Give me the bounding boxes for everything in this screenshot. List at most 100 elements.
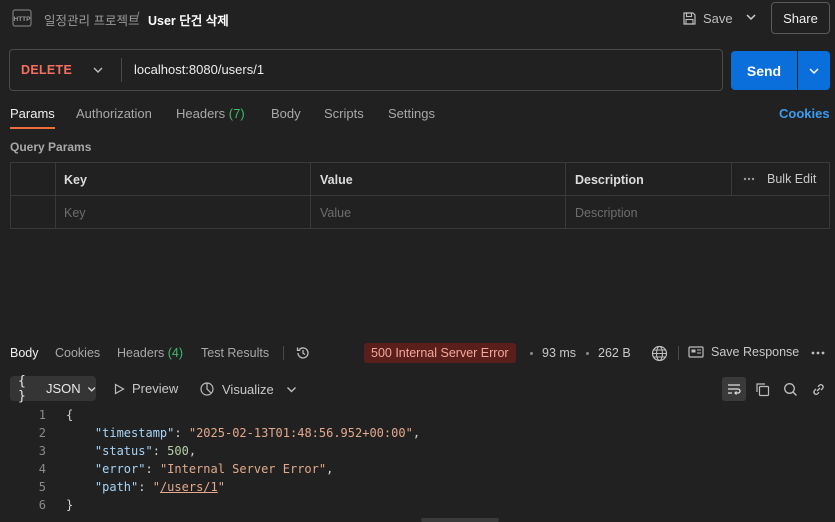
code-text: "status": 500, xyxy=(94,444,197,458)
wrap-icon xyxy=(728,384,741,395)
response-size[interactable]: 262 B xyxy=(598,346,631,360)
code-line: 6 } xyxy=(0,498,835,516)
share-button[interactable]: Share xyxy=(771,2,830,34)
query-params-heading: Query Params xyxy=(10,140,92,154)
url-input[interactable] xyxy=(134,62,694,77)
bulk-edit-button[interactable]: Bulk Edit xyxy=(743,172,816,186)
chevron-down-icon xyxy=(809,67,819,74)
table-row: Key Value Description xyxy=(11,196,829,229)
code-line: 2 "timestamp": "2025-02-13T01:48:56.952+… xyxy=(0,426,835,444)
more-options-icon[interactable] xyxy=(811,351,825,355)
line-number: 2 xyxy=(38,426,46,440)
line-number: 4 xyxy=(38,462,46,476)
response-tab-headers[interactable]: Headers (4) xyxy=(117,346,183,360)
code-text: "error": "Internal Server Error", xyxy=(94,462,334,476)
method-chevron-down-icon[interactable] xyxy=(92,64,104,76)
line-number: 6 xyxy=(38,498,46,512)
braces-icon: { } xyxy=(18,373,26,404)
tab-authorization[interactable]: Authorization xyxy=(76,106,152,121)
column-divider xyxy=(731,163,732,195)
top-bar: HTTP 일정관리 프로젝트 / User 단건 삭제 Save Share xyxy=(0,0,835,36)
breadcrumb-separator: / xyxy=(136,10,140,24)
code-text: "path": "/users/1" xyxy=(94,480,225,494)
column-header-description: Description xyxy=(575,173,644,187)
code-line: 1 { xyxy=(0,408,835,426)
response-time[interactable]: 93 ms xyxy=(542,346,576,360)
column-header-key: Key xyxy=(64,173,87,187)
visualize-icon xyxy=(200,382,214,396)
search-button[interactable] xyxy=(778,377,802,401)
tab-settings[interactable]: Settings xyxy=(388,106,435,121)
save-label: Save xyxy=(703,10,733,26)
format-select[interactable]: { } JSON xyxy=(10,373,96,404)
breadcrumb-collection[interactable]: 일정관리 프로젝트 xyxy=(44,10,139,29)
value-input[interactable]: Value xyxy=(320,206,351,220)
status-badge[interactable]: 500 Internal Server Error xyxy=(364,343,516,363)
search-icon xyxy=(783,382,797,396)
tab-headers[interactable]: Headers (7) xyxy=(176,106,245,121)
line-number: 5 xyxy=(38,480,46,494)
column-divider xyxy=(565,163,566,195)
response-tab-cookies[interactable]: Cookies xyxy=(55,346,100,360)
line-number: 1 xyxy=(38,408,46,422)
tab-params[interactable]: Params xyxy=(10,106,55,129)
tab-body[interactable]: Body xyxy=(271,106,301,121)
request-title[interactable]: User 단건 삭제 xyxy=(148,10,229,29)
save-response-icon xyxy=(688,346,704,358)
globe-icon[interactable] xyxy=(651,345,668,362)
response-tab-body[interactable]: Body xyxy=(10,346,39,360)
code-text: "timestamp": "2025-02-13T01:48:56.952+00… xyxy=(94,426,421,440)
http-method-select[interactable]: DELETE xyxy=(21,63,72,77)
response-bar: Body Cookies Headers (4) Test Results 50… xyxy=(0,340,835,366)
chevron-down-icon xyxy=(87,386,96,392)
table-header-row: Key Value Description Bulk Edit xyxy=(11,163,829,196)
column-divider xyxy=(55,163,56,195)
code-line: 5 "path": "/users/1" xyxy=(0,480,835,498)
save-button[interactable]: Save xyxy=(682,8,733,28)
format-label: JSON xyxy=(45,381,81,396)
cookies-link[interactable]: Cookies xyxy=(779,106,830,121)
save-options-chevron-icon[interactable] xyxy=(744,10,758,24)
code-text: { xyxy=(66,408,74,422)
copy-button[interactable] xyxy=(750,377,774,401)
copy-icon xyxy=(755,382,769,396)
url-bar: DELETE xyxy=(9,49,723,91)
link-icon xyxy=(812,383,824,395)
link-button[interactable] xyxy=(806,377,830,401)
key-input[interactable]: Key xyxy=(64,206,86,220)
separator-dot xyxy=(586,352,589,355)
column-header-value: Value xyxy=(320,173,353,187)
save-icon xyxy=(683,11,696,25)
column-divider xyxy=(310,196,311,229)
send-button[interactable]: Send xyxy=(731,51,797,90)
description-input[interactable]: Description xyxy=(575,206,638,220)
save-response-label: Save Response xyxy=(711,345,800,359)
visualize-chevron-down-icon[interactable] xyxy=(286,384,297,395)
bulk-edit-label: Bulk Edit xyxy=(767,172,817,186)
preview-button[interactable]: Preview xyxy=(113,381,178,396)
column-divider xyxy=(310,163,311,195)
save-response-button[interactable]: Save Response xyxy=(688,345,799,359)
history-icon[interactable] xyxy=(295,345,311,361)
column-divider xyxy=(565,196,566,229)
visualize-button[interactable]: Visualize xyxy=(199,381,274,397)
send-options-button[interactable] xyxy=(798,51,830,90)
code-line: 4 "error": "Internal Server Error", xyxy=(0,462,835,480)
column-divider xyxy=(55,196,56,229)
play-icon xyxy=(114,382,125,395)
visualize-label: Visualize xyxy=(222,381,274,397)
code-line: 3 "status": 500, xyxy=(0,444,835,462)
path-link[interactable]: /users/1 xyxy=(160,480,218,494)
response-tab-test-results[interactable]: Test Results xyxy=(201,346,269,360)
more-horizontal-icon xyxy=(743,177,755,181)
divider xyxy=(283,346,284,360)
response-toolbar: { } JSON Preview Visualize xyxy=(0,373,835,404)
tab-scripts[interactable]: Scripts xyxy=(324,106,364,121)
svg-text:HTTP: HTTP xyxy=(14,16,32,23)
horizontal-scrollbar[interactable] xyxy=(421,518,499,522)
query-params-table: Key Value Description Bulk Edit Key Valu… xyxy=(10,162,830,229)
preview-label: Preview xyxy=(132,381,179,396)
http-request-icon: HTTP xyxy=(12,9,32,27)
wrap-lines-button[interactable] xyxy=(722,377,746,401)
code-text: } xyxy=(66,498,74,512)
